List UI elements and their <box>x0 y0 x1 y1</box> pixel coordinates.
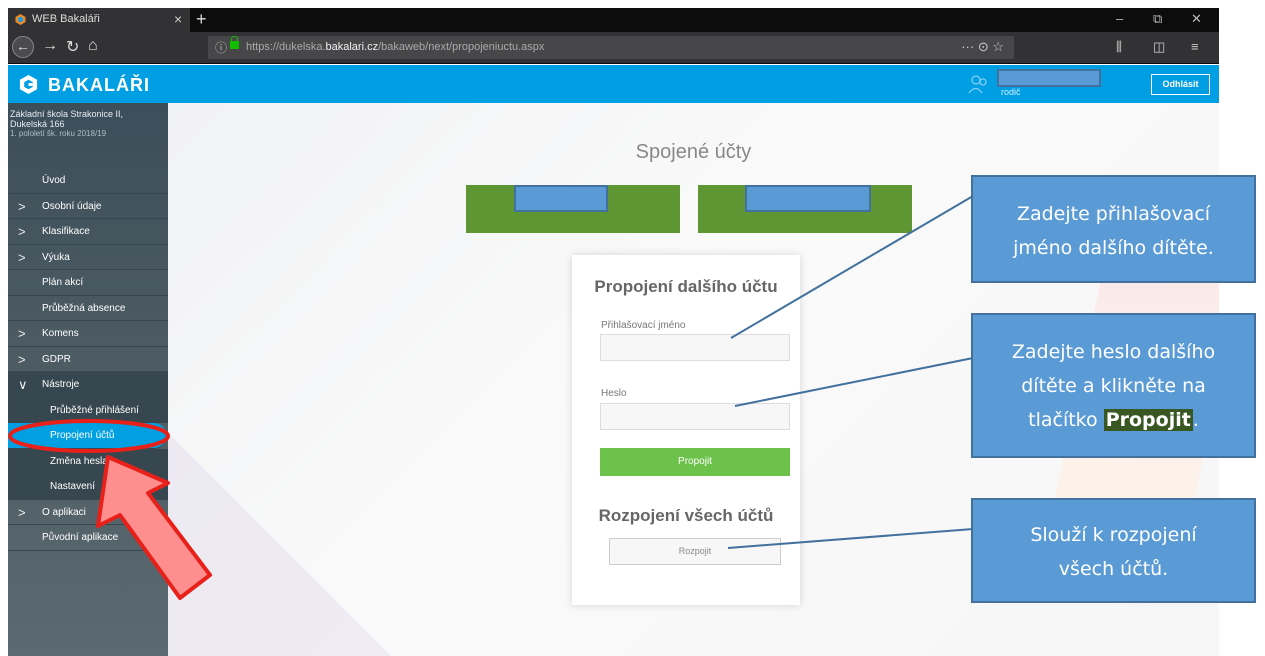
callout-password: Zadejte heslo dalšího dítěte a klikněte … <box>971 313 1256 458</box>
info-icon[interactable]: ⓘ <box>215 39 227 56</box>
close-tab-icon[interactable]: × <box>174 11 182 27</box>
linked-account-tile[interactable] <box>698 185 912 233</box>
unlink-all-button[interactable]: Rozpojit <box>609 538 781 565</box>
bookmark-star-icon[interactable]: ☆ <box>992 39 1004 54</box>
sidebar-item-gdpr[interactable]: > GDPR <box>8 347 168 372</box>
lock-icon <box>230 36 239 49</box>
app-header: BAKALÁŘI rodič Odhlásit <box>8 65 1219 103</box>
chevron-right-icon: > <box>18 224 26 239</box>
new-tab-icon[interactable]: + <box>196 9 207 30</box>
page-actions-menu-icon[interactable]: ··· <box>961 39 974 54</box>
hamburger-menu-icon[interactable]: ≡ <box>1191 39 1199 54</box>
school-info: Základní škola Strakonice II, Dukelská 1… <box>10 109 123 139</box>
window-close-icon[interactable]: ✕ <box>1191 11 1202 27</box>
school-term: 1. pololetí šk. roku 2018/19 <box>10 129 107 138</box>
tab-title: WEB Bakaláři <box>32 13 100 25</box>
minimize-icon[interactable]: – <box>1116 11 1123 26</box>
school-name: Základní škola Strakonice II, <box>10 109 124 119</box>
sidebar-item-vyuka[interactable]: > Výuka <box>8 245 168 270</box>
username-input[interactable] <box>600 334 790 361</box>
sidebar-item-klasifikace[interactable]: > Klasifikace <box>8 219 168 245</box>
sidebar-item-zmena-hesla[interactable]: Změna hesla <box>8 448 168 474</box>
school-address: Dukelská 166 <box>10 119 65 129</box>
logout-button[interactable]: Odhlásit <box>1151 74 1210 95</box>
redacted-account-name <box>514 185 608 212</box>
linked-account-tile[interactable] <box>466 185 680 233</box>
forward-arrow-icon[interactable]: → <box>42 37 58 55</box>
chevron-down-icon: ∨ <box>18 377 28 392</box>
page-title: Spojené účty <box>635 141 752 163</box>
url-bar[interactable]: ⓘ https://dukelska.bakalari.cz/bakaweb/n… <box>208 36 1014 59</box>
home-icon[interactable]: ⌂ <box>88 37 98 55</box>
chevron-right-icon: > <box>18 326 26 341</box>
url-text: https://dukelska.bakalari.cz/bakaweb/nex… <box>246 41 545 53</box>
sidebar-item-komens[interactable]: > Komens <box>8 321 168 347</box>
sidebar-item-puvodni-aplikace[interactable]: Původní aplikace <box>8 525 168 551</box>
propojit-keyword: Propojit <box>1103 409 1193 431</box>
username-label: Přihlašovací jméno <box>601 320 686 331</box>
chevron-right-icon: > <box>18 249 26 265</box>
restore-icon[interactable]: ⧉ <box>1153 11 1162 27</box>
reload-icon[interactable]: ↻ <box>66 37 79 57</box>
bakalari-logo-icon <box>19 74 38 95</box>
parent-user-icon <box>968 75 987 94</box>
library-icon[interactable]: ⫼ <box>1116 39 1122 55</box>
sidebar: Základní škola Strakonice II, Dukelská 1… <box>8 103 168 656</box>
sidebar-item-nastaveni[interactable]: Nastavení <box>8 474 168 500</box>
page-actions: ··· ⊙ ☆ <box>961 39 1004 55</box>
brand-name[interactable]: BAKALÁŘI <box>48 75 150 96</box>
sidebar-item-propojeni-uctu[interactable]: Propojení účtů <box>8 423 166 449</box>
sidebar-menu: Úvod > Osobní údaje > Klasifikace > Výuka P… <box>8 168 168 551</box>
password-label: Heslo <box>601 388 627 399</box>
bakalari-favicon-icon <box>15 14 26 25</box>
sidebar-toggle-icon[interactable]: ◫ <box>1153 39 1165 55</box>
sidebar-item-nastroje[interactable]: ∨ Nástroje <box>8 372 168 398</box>
password-input[interactable] <box>600 403 790 430</box>
unlink-all-heading: Rozpojení všech účtů <box>598 506 774 525</box>
callout-username: Zadejte přihlašovací jméno dalšího dítět… <box>971 175 1256 283</box>
sidebar-item-o-aplikaci[interactable]: > O aplikaci <box>8 500 168 525</box>
browser-tab[interactable]: WEB Bakaláři × <box>8 8 190 32</box>
sidebar-item-uvod[interactable]: Úvod <box>8 168 168 194</box>
redacted-user-name <box>997 69 1101 87</box>
sidebar-item-prubezna-absence[interactable]: Průběžná absence <box>8 296 168 321</box>
link-account-heading: Propojení dalšího účtu <box>594 277 778 296</box>
chevron-right-icon: > <box>18 198 26 214</box>
callout-unlink: Slouží k rozpojení všech účtů. <box>971 498 1256 603</box>
sidebar-item-prubezne-prihlaseni[interactable]: Průběžné přihlášení <box>8 397 168 423</box>
chevron-right-icon: > <box>18 504 26 520</box>
redacted-account-name <box>745 185 871 212</box>
chevron-right-icon: > <box>18 351 26 367</box>
pocket-icon[interactable]: ⊙ <box>978 39 989 54</box>
background-decoration <box>168 433 398 656</box>
back-arrow-icon[interactable]: ← <box>12 36 34 58</box>
link-account-button[interactable]: Propojit <box>600 448 790 476</box>
user-role: rodič <box>1001 87 1021 97</box>
sidebar-item-osobni-udaje[interactable]: > Osobní údaje <box>8 194 168 219</box>
tab-strip: WEB Bakaláři × + – ⧉ ✕ <box>8 8 1219 32</box>
sidebar-item-plan-akci[interactable]: Plán akcí <box>8 270 168 296</box>
link-account-card: Propojení dalšího účtu Přihlašovací jmén… <box>572 255 800 605</box>
navigation-toolbar: ← → ↻ ⌂ ⓘ https://dukelska.bakalari.cz/b… <box>8 32 1219 64</box>
